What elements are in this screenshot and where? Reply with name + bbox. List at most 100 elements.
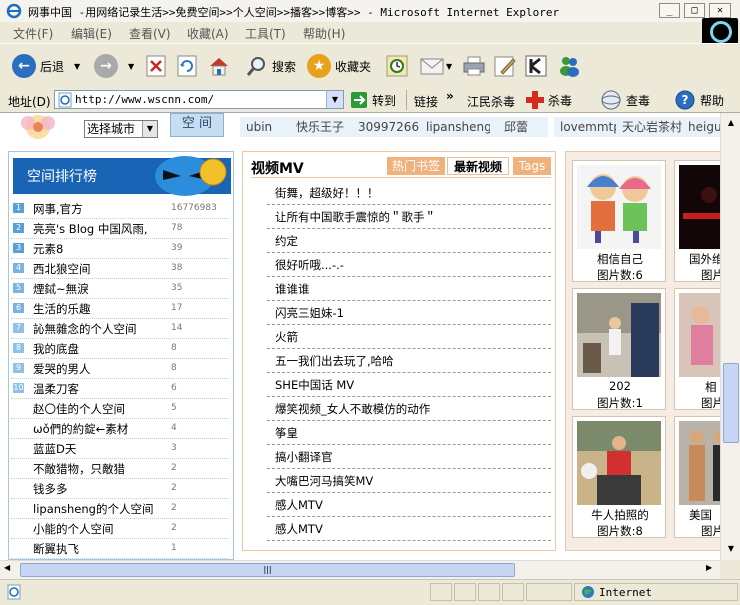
- video-title-link[interactable]: 约定: [275, 233, 298, 249]
- favorites-button[interactable]: ★ 收藏夹: [307, 44, 371, 88]
- menu-edit[interactable]: 编辑(E): [71, 25, 112, 42]
- video-list-item[interactable]: 感人MTV: [267, 516, 551, 541]
- home-button[interactable]: [207, 44, 231, 88]
- ranking-space-name[interactable]: 赵〇佳的个人空间: [33, 401, 125, 417]
- video-title-link[interactable]: 闪亮三姐妹-1: [275, 305, 344, 321]
- ranking-space-name[interactable]: ωǒ們的約錠←素材: [33, 421, 128, 437]
- photo-caption[interactable]: 美国: [675, 507, 720, 523]
- menu-tools[interactable]: 工具(T): [245, 25, 286, 42]
- video-list-item[interactable]: 谁谁谁: [267, 276, 551, 301]
- tag-item[interactable]: ubin: [240, 117, 290, 137]
- menu-help[interactable]: 帮助(H): [303, 25, 345, 42]
- ranking-space-name[interactable]: 小能的个人空间: [33, 521, 114, 537]
- ranking-row[interactable]: 7 訫無雜念的个人空间 14: [11, 318, 229, 339]
- photo-caption[interactable]: 相: [675, 379, 720, 395]
- ranking-row[interactable]: 2 亮亮's Blog 中国风雨, 78: [11, 218, 229, 239]
- video-list-item[interactable]: 火箭: [267, 324, 551, 349]
- video-list-item[interactable]: 让所有中国歌手震惊的＂歌手＂: [267, 204, 551, 229]
- horizontal-scrollbar[interactable]: ◀ ||| ▶: [0, 560, 720, 579]
- video-list-item[interactable]: 五一我们出去玩了,哈哈: [267, 348, 551, 373]
- video-title-link[interactable]: 让所有中国歌手震惊的＂歌手＂: [275, 209, 436, 225]
- ranking-space-name[interactable]: 蓝蓝D天: [33, 441, 76, 457]
- tag-item[interactable]: lipansheng: [420, 117, 492, 137]
- ranking-space-name[interactable]: 元素8: [33, 241, 63, 257]
- photo-caption[interactable]: 202: [573, 379, 667, 393]
- photo-card[interactable]: 牛人拍照的 图片数:8: [572, 416, 666, 538]
- ranking-row[interactable]: lipansheng的个人空间 2: [11, 498, 229, 519]
- ranking-row[interactable]: 不敵猎物，只敵猎 2: [11, 458, 229, 479]
- video-list-item[interactable]: 闪亮三姐妹-1: [267, 300, 551, 325]
- refresh-button[interactable]: [177, 44, 197, 88]
- video-title-link[interactable]: 很好听哦...-.-: [275, 257, 344, 273]
- menu-favorites[interactable]: 收藏(A): [187, 25, 229, 42]
- video-list-item[interactable]: SHE中国话 MV: [267, 372, 551, 397]
- tag-item[interactable]: heigu: [682, 117, 720, 137]
- city-dropdown-icon[interactable]: ▼: [142, 121, 157, 137]
- video-list-item[interactable]: 爆笑视频_女人不敢模仿的动作: [267, 396, 551, 421]
- video-list-item[interactable]: 很好听哦...-.-: [267, 252, 551, 277]
- ranking-row[interactable]: 9 爱哭的男人 8: [11, 358, 229, 379]
- tag-item[interactable]: 快乐王子: [290, 117, 354, 137]
- video-title-link[interactable]: 大嘴巴河马搞笑MV: [275, 473, 373, 489]
- ranking-space-name[interactable]: 西北狼空间: [33, 261, 91, 277]
- ranking-row[interactable]: 小能的个人空间 2: [11, 518, 229, 539]
- link-jiangmin-antivirus[interactable]: 江民杀毒: [467, 93, 515, 110]
- tab-hot-bookmarks[interactable]: 热门书签: [387, 157, 445, 175]
- video-title-link[interactable]: 感人MTV: [275, 521, 323, 537]
- print-button[interactable]: [462, 44, 486, 88]
- links-label[interactable]: 链接: [414, 93, 438, 110]
- ranking-row[interactable]: 6 生活的乐趣 17: [11, 298, 229, 319]
- space-button[interactable]: 空 间: [170, 113, 224, 137]
- back-dropdown-icon[interactable]: ▼: [74, 62, 80, 71]
- photo-caption[interactable]: 相信自己: [573, 251, 667, 267]
- ranking-row[interactable]: 断翼执飞 1: [11, 538, 229, 559]
- mail-dropdown-icon[interactable]: ▼: [446, 62, 452, 71]
- ranking-space-name[interactable]: lipansheng的个人空间: [33, 501, 153, 517]
- scroll-right-icon[interactable]: ▶: [706, 563, 712, 572]
- menu-view[interactable]: 查看(V): [129, 25, 171, 42]
- close-button[interactable]: ✕: [709, 3, 731, 18]
- tag-item[interactable]: 309972669: [352, 117, 422, 137]
- menu-file[interactable]: 文件(F): [13, 25, 53, 42]
- video-title-link[interactable]: SHE中国话 MV: [275, 377, 354, 393]
- ranking-space-name[interactable]: 网事,官方: [33, 201, 83, 217]
- scroll-up-icon[interactable]: ▲: [723, 115, 739, 131]
- ranking-row[interactable]: ωǒ們的約錠←素材 4: [11, 418, 229, 439]
- video-list-item[interactable]: 感人MTV: [267, 492, 551, 517]
- video-title-link[interactable]: 谁谁谁: [275, 281, 310, 297]
- ranking-space-name[interactable]: 温柔刀客: [33, 381, 79, 397]
- link-antivirus[interactable]: 杀毒: [524, 89, 572, 111]
- ranking-row[interactable]: 4 西北狼空间 38: [11, 258, 229, 279]
- forward-dropdown-icon[interactable]: ▼: [128, 62, 134, 71]
- ranking-space-name[interactable]: 钱多多: [33, 481, 68, 497]
- photo-card[interactable]: 202 图片数:1: [572, 288, 666, 410]
- stop-button[interactable]: [146, 44, 166, 88]
- forward-button[interactable]: → ▼: [94, 44, 134, 88]
- horizontal-scroll-thumb[interactable]: |||: [20, 563, 515, 577]
- ranking-space-name[interactable]: 我的底盘: [33, 341, 79, 357]
- messenger-button[interactable]: [557, 44, 581, 88]
- video-list-item[interactable]: 街舞，超级好！！！: [267, 180, 551, 205]
- tab-latest-videos[interactable]: 最新视频: [447, 157, 509, 175]
- ranking-space-name[interactable]: 亮亮's Blog 中国风雨,: [33, 221, 148, 237]
- photo-card[interactable]: 相信自己 图片数:6: [572, 160, 666, 282]
- video-list-item[interactable]: 搞小翻译官: [267, 444, 551, 469]
- ranking-row[interactable]: 3 元素8 39: [11, 238, 229, 259]
- maximize-button[interactable]: □: [684, 3, 705, 18]
- photo-caption[interactable]: 牛人拍照的: [573, 507, 667, 523]
- scroll-down-icon[interactable]: ▼: [723, 541, 739, 557]
- tag-item[interactable]: 邱蕾: [490, 117, 548, 137]
- go-button[interactable]: 转到: [350, 90, 396, 110]
- ranking-space-name[interactable]: 不敵猎物，只敵猎: [33, 461, 125, 477]
- video-list-item[interactable]: 大嘴巴河马搞笑MV: [267, 468, 551, 493]
- photo-card[interactable]: 国外维 图片: [674, 160, 720, 282]
- ranking-space-name[interactable]: 断翼执飞: [33, 541, 79, 557]
- ranking-row[interactable]: 10 温柔刀客 6: [11, 378, 229, 399]
- back-button[interactable]: ← 后退 ▼: [12, 44, 80, 88]
- photo-card[interactable]: 相 图片: [674, 288, 720, 410]
- video-title-link[interactable]: 搞小翻译官: [275, 449, 333, 465]
- edit-button[interactable]: [493, 44, 517, 88]
- ranking-space-name[interactable]: 生活的乐趣: [33, 301, 91, 317]
- ranking-row[interactable]: 1 网事,官方 16776983: [11, 198, 229, 219]
- photo-card[interactable]: 美国 图片: [674, 416, 720, 538]
